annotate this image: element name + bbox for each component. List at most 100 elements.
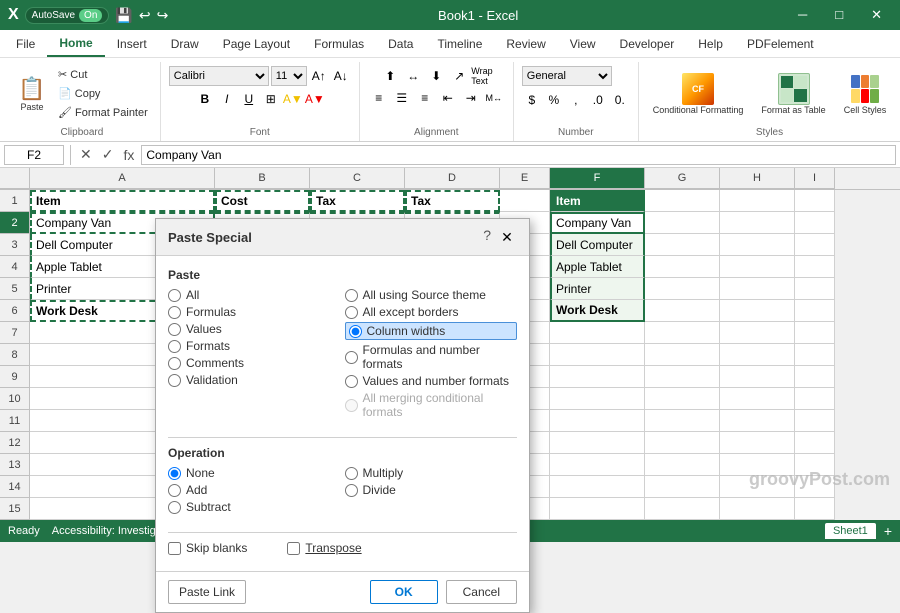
paste-button[interactable]: 📋 Paste [12, 73, 52, 115]
italic-button[interactable]: I [217, 89, 237, 109]
paste-formats-option[interactable]: Formats [168, 339, 341, 353]
paste-formats-radio[interactable] [168, 340, 181, 353]
op-add-option[interactable]: Add [168, 483, 341, 497]
cell-h11[interactable] [720, 410, 795, 432]
cell-d1[interactable]: Tax [405, 190, 500, 212]
cell-i10[interactable] [795, 388, 835, 410]
cell-c1[interactable]: Tax [310, 190, 405, 212]
cell-g6[interactable] [645, 300, 720, 322]
col-header-c[interactable]: C [310, 168, 405, 189]
col-header-d[interactable]: D [405, 168, 500, 189]
cell-g2[interactable] [645, 212, 720, 234]
row-header-8[interactable]: 8 [0, 344, 30, 366]
tab-developer[interactable]: Developer [608, 30, 687, 57]
cell-h9[interactable] [720, 366, 795, 388]
cell-h15[interactable] [720, 498, 795, 520]
align-center-button[interactable]: ☰ [391, 88, 413, 108]
cell-g15[interactable] [645, 498, 720, 520]
maximize-button[interactable]: □ [825, 7, 853, 23]
cell-h14[interactable] [720, 476, 795, 498]
paste-formulas-option[interactable]: Formulas [168, 305, 341, 319]
confirm-formula-icon[interactable]: ✓ [99, 146, 117, 163]
paste-col-widths-option[interactable]: Column widths [345, 322, 518, 340]
paste-except-borders-radio[interactable] [345, 306, 358, 319]
cancel-button[interactable]: Cancel [446, 580, 517, 604]
row-header-5[interactable]: 5 [0, 278, 30, 300]
transpose-option[interactable]: Transpose [287, 541, 361, 555]
cell-h5[interactable] [720, 278, 795, 300]
border-button[interactable]: ⊞ [261, 89, 281, 109]
cell-h12[interactable] [720, 432, 795, 454]
row-header-14[interactable]: 14 [0, 476, 30, 498]
cell-f14[interactable] [550, 476, 645, 498]
align-left-button[interactable]: ≡ [368, 88, 390, 108]
paste-values-option[interactable]: Values [168, 322, 341, 336]
row-header-11[interactable]: 11 [0, 410, 30, 432]
op-add-radio[interactable] [168, 484, 181, 497]
tab-view[interactable]: View [558, 30, 608, 57]
text-angle-button[interactable]: ↗ [448, 66, 470, 86]
cell-f7[interactable] [550, 322, 645, 344]
row-header-4[interactable]: 4 [0, 256, 30, 278]
minimize-button[interactable]: ─ [788, 7, 817, 23]
paste-merging-conditional-option[interactable]: All merging conditional formats [345, 391, 518, 419]
cell-i6[interactable] [795, 300, 835, 322]
row-header-6[interactable]: 6 [0, 300, 30, 322]
align-bottom-button[interactable]: ⬇ [425, 66, 447, 86]
undo-icon[interactable]: ↩ [139, 7, 151, 24]
op-divide-radio[interactable] [345, 484, 358, 497]
cell-i1[interactable] [795, 190, 835, 212]
tab-file[interactable]: File [4, 30, 47, 57]
cell-i3[interactable] [795, 234, 835, 256]
currency-button[interactable]: $ [522, 90, 542, 110]
cell-h4[interactable] [720, 256, 795, 278]
cancel-formula-icon[interactable]: ✕ [77, 146, 95, 163]
tab-pdfelement[interactable]: PDFelement [735, 30, 826, 57]
wrap-text-button[interactable]: Wrap Text [471, 66, 493, 86]
cell-h10[interactable] [720, 388, 795, 410]
fill-color-button[interactable]: A▼ [283, 89, 303, 109]
insert-function-icon[interactable]: fx [120, 147, 137, 163]
op-multiply-option[interactable]: Multiply [345, 466, 518, 480]
cell-i13[interactable] [795, 454, 835, 476]
paste-comments-radio[interactable] [168, 357, 181, 370]
cell-h6[interactable] [720, 300, 795, 322]
col-header-b[interactable]: B [215, 168, 310, 189]
cell-i4[interactable] [795, 256, 835, 278]
transpose-checkbox[interactable] [287, 542, 300, 555]
cell-h2[interactable] [720, 212, 795, 234]
paste-validation-option[interactable]: Validation [168, 373, 341, 387]
cell-g11[interactable] [645, 410, 720, 432]
cell-g7[interactable] [645, 322, 720, 344]
paste-formulas-radio[interactable] [168, 306, 181, 319]
merge-center-button[interactable]: M↔ [483, 88, 505, 108]
cell-h13[interactable] [720, 454, 795, 476]
paste-values-numbers-option[interactable]: Values and number formats [345, 374, 518, 388]
cell-f1[interactable]: Item [550, 190, 645, 212]
col-header-g[interactable]: G [645, 168, 720, 189]
row-header-2[interactable]: 2 [0, 212, 30, 234]
cell-reference-box[interactable] [4, 145, 64, 165]
cell-f12[interactable] [550, 432, 645, 454]
close-button[interactable]: ✕ [861, 7, 892, 23]
row-header-10[interactable]: 10 [0, 388, 30, 410]
op-none-radio[interactable] [168, 467, 181, 480]
formula-input[interactable] [141, 145, 896, 165]
tab-data[interactable]: Data [376, 30, 425, 57]
number-format-select[interactable]: General [522, 66, 612, 86]
cell-f6[interactable]: Work Desk [550, 300, 645, 322]
cell-i14[interactable] [795, 476, 835, 498]
format-painter-button[interactable]: 🖌 Format Painter [54, 104, 152, 121]
op-divide-option[interactable]: Divide [345, 483, 518, 497]
cell-f8[interactable] [550, 344, 645, 366]
decrease-indent-button[interactable]: ⇤ [437, 88, 459, 108]
cell-g13[interactable] [645, 454, 720, 476]
tab-page-layout[interactable]: Page Layout [211, 30, 302, 57]
paste-comments-option[interactable]: Comments [168, 356, 341, 370]
cell-g10[interactable] [645, 388, 720, 410]
cell-f13[interactable] [550, 454, 645, 476]
skip-blanks-checkbox[interactable] [168, 542, 181, 555]
cell-h3[interactable] [720, 234, 795, 256]
sheet-tab-1[interactable]: Sheet1 [825, 523, 876, 539]
ok-button[interactable]: OK [370, 580, 438, 604]
